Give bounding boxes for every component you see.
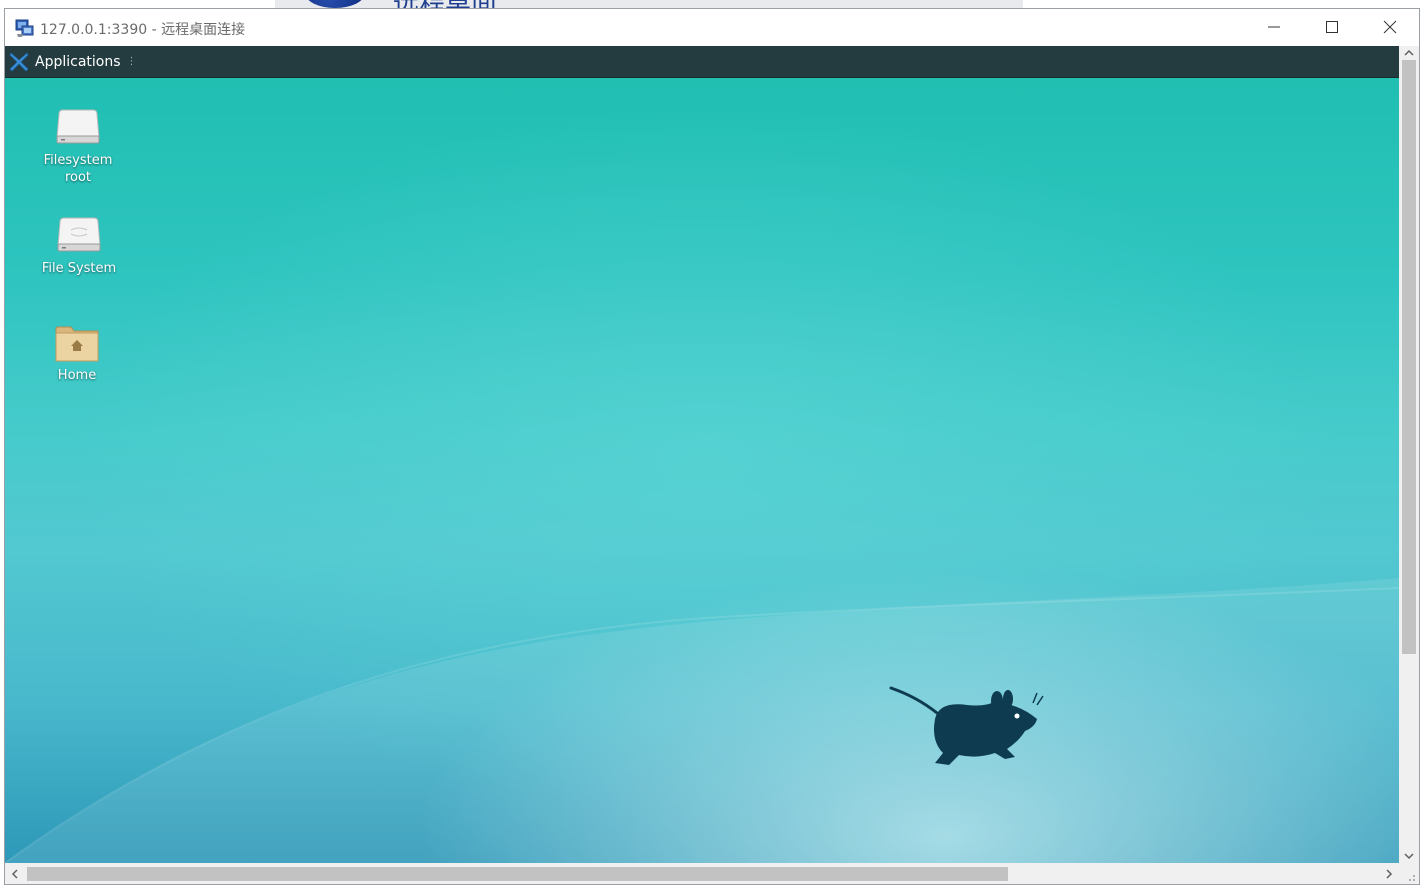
horizontal-scrollbar[interactable] — [5, 863, 1399, 884]
xfce-logo-icon — [9, 51, 29, 72]
desktop-icon-file-system[interactable]: File System — [34, 214, 124, 277]
desktop-icon-label: Home — [57, 368, 97, 383]
window-title: 127.0.0.1:3390 - 远程桌面连接 — [40, 22, 246, 38]
scrollbar-corner[interactable] — [1399, 863, 1419, 884]
scroll-right-button[interactable] — [1379, 863, 1399, 884]
desktop-area[interactable]: Filesystem root File System Home — [5, 78, 1399, 863]
maximize-button[interactable] — [1303, 9, 1361, 45]
resize-grip-icon — [1409, 875, 1415, 881]
vertical-scroll-thumb[interactable] — [1402, 60, 1416, 654]
minimize-icon — [1268, 26, 1280, 28]
horizontal-scroll-thumb[interactable] — [27, 867, 1008, 881]
xfce-mouse-logo — [889, 686, 1044, 765]
vertical-scrollbar[interactable] — [1399, 46, 1419, 863]
panel-grip-icon[interactable]: ⋮ — [127, 56, 137, 67]
applications-label: Applications — [35, 53, 121, 70]
wallpaper-wave — [5, 578, 1399, 863]
remote-desktop-icon — [15, 19, 34, 37]
applications-menu-button[interactable]: Applications ⋮ — [7, 48, 145, 75]
scroll-up-button[interactable] — [1399, 46, 1419, 60]
chevron-up-icon — [1404, 49, 1414, 56]
close-icon — [1383, 20, 1397, 34]
drive-icon — [56, 109, 100, 144]
maximize-icon — [1326, 21, 1338, 33]
chevron-left-icon — [11, 868, 18, 879]
remote-desktop-window: 127.0.0.1:3390 - 远程桌面连接 Applications ⋮ F… — [4, 8, 1420, 885]
minimize-button[interactable] — [1245, 9, 1303, 45]
desktop-icon-label: File System — [41, 261, 117, 276]
desktop-icon-filesystem-root[interactable]: Filesystem root — [33, 106, 123, 186]
desktop-icon-home[interactable]: Home — [32, 321, 122, 384]
remote-viewport[interactable]: Applications ⋮ Filesystem root File Syst… — [5, 46, 1399, 863]
background-window-logo — [305, 0, 365, 8]
scroll-left-button[interactable] — [5, 863, 25, 884]
title-bar[interactable]: 127.0.0.1:3390 - 远程桌面连接 — [5, 9, 1419, 46]
chevron-right-icon — [1386, 868, 1393, 879]
scroll-down-button[interactable] — [1399, 849, 1419, 863]
chevron-down-icon — [1404, 853, 1414, 860]
home-folder-icon — [55, 326, 99, 362]
close-button[interactable] — [1361, 9, 1419, 45]
xfce-top-panel: Applications ⋮ — [5, 46, 1399, 78]
desktop-icon-label: Filesystem root — [43, 153, 113, 185]
drive-icon — [57, 217, 101, 252]
